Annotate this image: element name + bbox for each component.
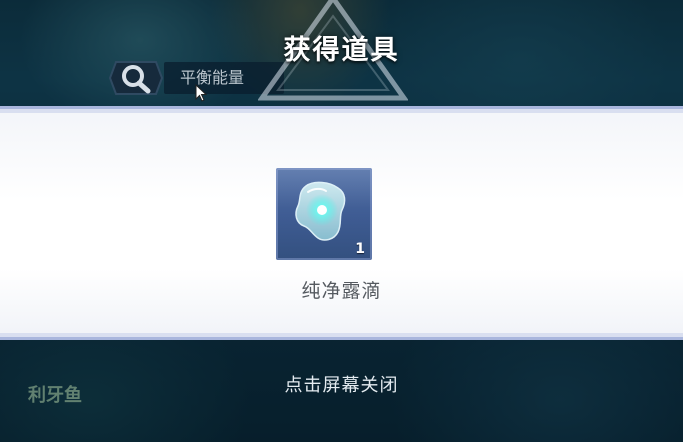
page-title: 获得道具 bbox=[283, 35, 400, 66]
item-count: 1 bbox=[355, 241, 365, 257]
reward-item-card[interactable]: 1 bbox=[276, 168, 372, 260]
close-hint[interactable]: 点击屏幕关闭 bbox=[0, 371, 683, 397]
item-name: 纯净露滴 bbox=[301, 280, 382, 302]
mouse-cursor-icon bbox=[195, 84, 207, 102]
reward-screen[interactable]: 平衡能量 获得道具 1 纯净露滴 点击屏幕关闭 利牙鱼 bbox=[0, 0, 683, 442]
background-character-label: 利牙鱼 bbox=[28, 385, 82, 406]
